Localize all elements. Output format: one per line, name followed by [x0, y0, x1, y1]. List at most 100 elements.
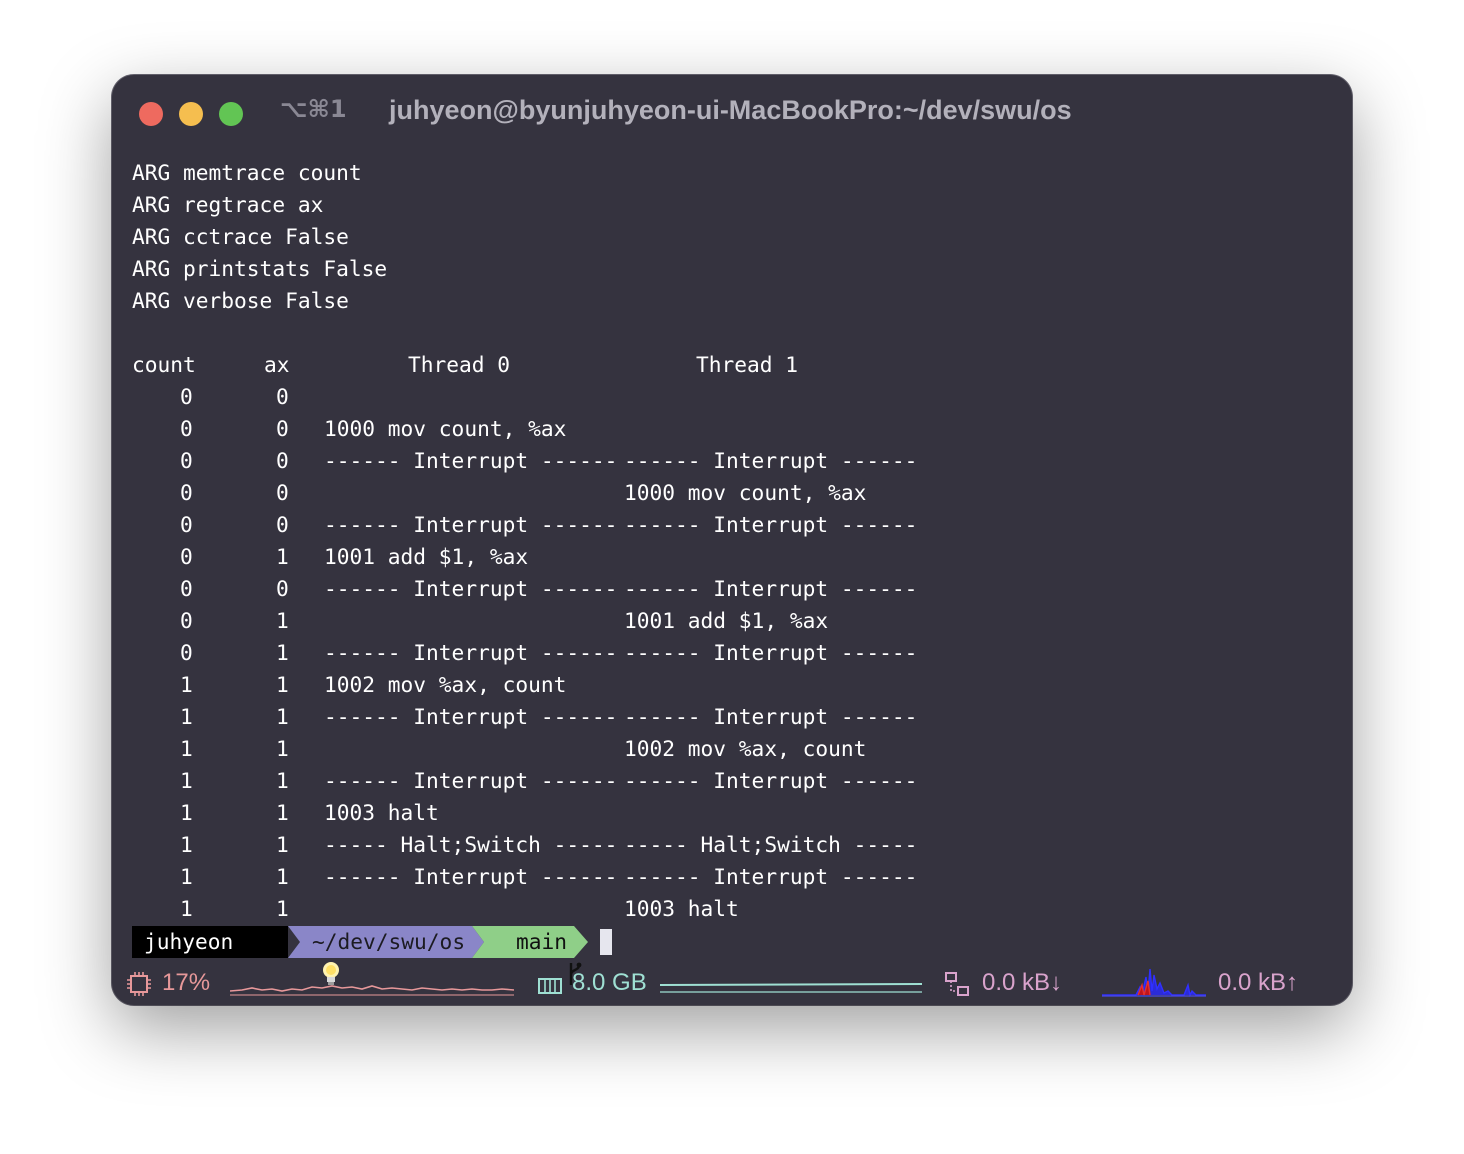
network-upload: 0.0 kB↑: [1218, 969, 1299, 996]
cell-thread-1: ----- Halt;Switch -----: [624, 832, 918, 857]
cell-count: 0: [180, 640, 193, 665]
table-row: 1 1 1002 mov %ax, count: [132, 669, 566, 701]
cell-thread-1: ------ Interrupt ------: [624, 704, 918, 729]
cell-count: 0: [180, 576, 193, 601]
arg-line: ARG cctrace False: [132, 224, 349, 249]
cell-ax: 1: [276, 672, 289, 697]
cell-count: 1: [180, 832, 193, 857]
cell-count: 0: [180, 512, 193, 537]
arg-line: ARG regtrace ax: [132, 192, 324, 217]
cell-thread-0: ----- Halt;Switch -----: [324, 832, 618, 857]
cell-thread-1: ------ Interrupt ------: [624, 576, 918, 601]
memory-sparkline: [660, 983, 922, 993]
header-thread-1: Thread 1: [696, 352, 799, 377]
cell-thread-0: 1002 mov %ax, count: [324, 672, 567, 697]
prompt-path: ~/dev/swu/os: [312, 929, 466, 954]
cpu-usage: 17%: [162, 969, 211, 996]
cell-ax: 1: [276, 544, 289, 569]
cell-count: 0: [180, 416, 193, 441]
table-row: 1 1 ----- Halt;Switch ----- ----- Halt;Swit…: [132, 829, 917, 861]
cell-thread-0: 1001 add $1, %ax: [324, 544, 529, 569]
table-row: 0 0 1000 mov count, %ax: [132, 413, 566, 445]
cell-ax: 1: [276, 736, 289, 761]
table-row: 1 1 1003 halt: [132, 893, 739, 925]
cell-ax: 0: [276, 576, 289, 601]
cell-count: 0: [180, 608, 193, 633]
arg-line: ARG printstats False: [132, 256, 388, 281]
table-row: 0 1 1001 add $1, %ax: [132, 541, 528, 573]
cell-count: 1: [180, 864, 193, 889]
cell-count: 0: [180, 448, 193, 473]
cell-ax: 1: [276, 640, 289, 665]
cell-ax: 0: [276, 512, 289, 537]
cell-ax: 0: [276, 384, 289, 409]
zoom-button[interactable]: [219, 102, 243, 126]
text-cursor[interactable]: [600, 929, 612, 955]
cell-thread-0: ------ Interrupt ------: [324, 512, 618, 537]
arg-line: ARG memtrace count: [132, 160, 362, 185]
cell-thread-0: 1003 halt: [324, 800, 439, 825]
cell-thread-1: 1003 halt: [624, 896, 739, 921]
header-thread-0: Thread 0: [408, 352, 511, 377]
cell-ax: 1: [276, 608, 289, 633]
cell-thread-0: ------ Interrupt ------: [324, 448, 618, 473]
header-ax: ax: [264, 352, 290, 377]
table-row: 1 1 ------ Interrupt ------ ------ Interrup…: [132, 765, 917, 797]
cell-ax: 0: [276, 480, 289, 505]
cell-thread-0: ------ Interrupt ------: [324, 576, 618, 601]
network-download: 0.0 kB↓: [982, 969, 1063, 996]
cell-thread-0: ------ Interrupt ------: [324, 768, 618, 793]
memory-usage: 8.0 GB: [572, 969, 647, 996]
cell-ax: 1: [276, 864, 289, 889]
cpu-icon: [126, 971, 152, 1004]
cell-count: 1: [180, 800, 193, 825]
prompt-user: juhyeon: [144, 929, 234, 954]
table-row: 1 1 ------ Interrupt ------ ------ Interrup…: [132, 861, 917, 893]
cell-ax: 0: [276, 448, 289, 473]
cell-thread-1: 1002 mov %ax, count: [624, 736, 867, 761]
table-row: 1 1 1002 mov %ax, count: [132, 733, 866, 765]
table-row: 0 1 1001 add $1, %ax: [132, 605, 828, 637]
tab-shortcut: ⌥⌘1: [280, 95, 347, 123]
table-header: count ax Thread 0 Thread 1: [132, 349, 798, 381]
terminal-window: ⌥⌘1 juhyeon@byunjuhyeon-ui-MacBookPro:~/…: [112, 75, 1352, 1005]
cell-thread-1: 1000 mov count, %ax: [624, 480, 867, 505]
terminal-output: ARG memtrace count ARG regtrace ax ARG c…: [132, 157, 917, 925]
cell-ax: 1: [276, 768, 289, 793]
cell-ax: 1: [276, 896, 289, 921]
cell-count: 1: [180, 672, 193, 697]
cell-count: 1: [180, 736, 193, 761]
window-title: juhyeon@byunjuhyeon-ui-MacBookPro:~/dev/…: [389, 95, 1072, 125]
cell-ax: 1: [276, 832, 289, 857]
cpu-sparkline: [230, 985, 514, 996]
table-row: 00: [132, 381, 387, 413]
cell-count: 1: [180, 768, 193, 793]
table-row: 0 0 1000 mov count, %ax: [132, 477, 866, 509]
cell-thread-1: ------ Interrupt ------: [624, 768, 918, 793]
cell-thread-0: ------ Interrupt ------: [324, 640, 618, 665]
cell-count: 0: [180, 480, 193, 505]
cell-count: 0: [180, 384, 193, 409]
header-count: count: [132, 352, 196, 377]
cell-ax: 1: [276, 800, 289, 825]
title-bar: ⌥⌘1 juhyeon@byunjuhyeon-ui-MacBookPro:~/…: [112, 75, 1352, 153]
status-bar: 17% 8.0 GB 0.0 kB↓ 0.0 kB↑: [112, 963, 1352, 1005]
arg-line: ARG verbose False: [132, 288, 349, 313]
cell-ax: 0: [276, 416, 289, 441]
table-row: 0 0 ------ Interrupt ------ ------ Interrup…: [132, 573, 917, 605]
table-row: 0 0 ------ Interrupt ------ ------ Interrup…: [132, 509, 917, 541]
table-row: 0 1 ------ Interrupt ------ ------ Interrup…: [132, 637, 917, 669]
cell-thread-1: ------ Interrupt ------: [624, 512, 918, 537]
memory-icon: [537, 975, 563, 1003]
table-row: 0 0 ------ Interrupt ------ ------ Interrup…: [132, 445, 917, 477]
cell-thread-0: 1000 mov count, %ax: [324, 416, 567, 441]
prompt-branch: main: [516, 929, 568, 954]
cell-thread-1: 1001 add $1, %ax: [624, 608, 829, 633]
cell-count: 1: [180, 896, 193, 921]
cell-thread-0: ------ Interrupt ------: [324, 864, 618, 889]
close-button[interactable]: [139, 102, 163, 126]
minimize-button[interactable]: [179, 102, 203, 126]
network-sparkline: [1102, 968, 1206, 997]
network-icon: [944, 971, 972, 1005]
